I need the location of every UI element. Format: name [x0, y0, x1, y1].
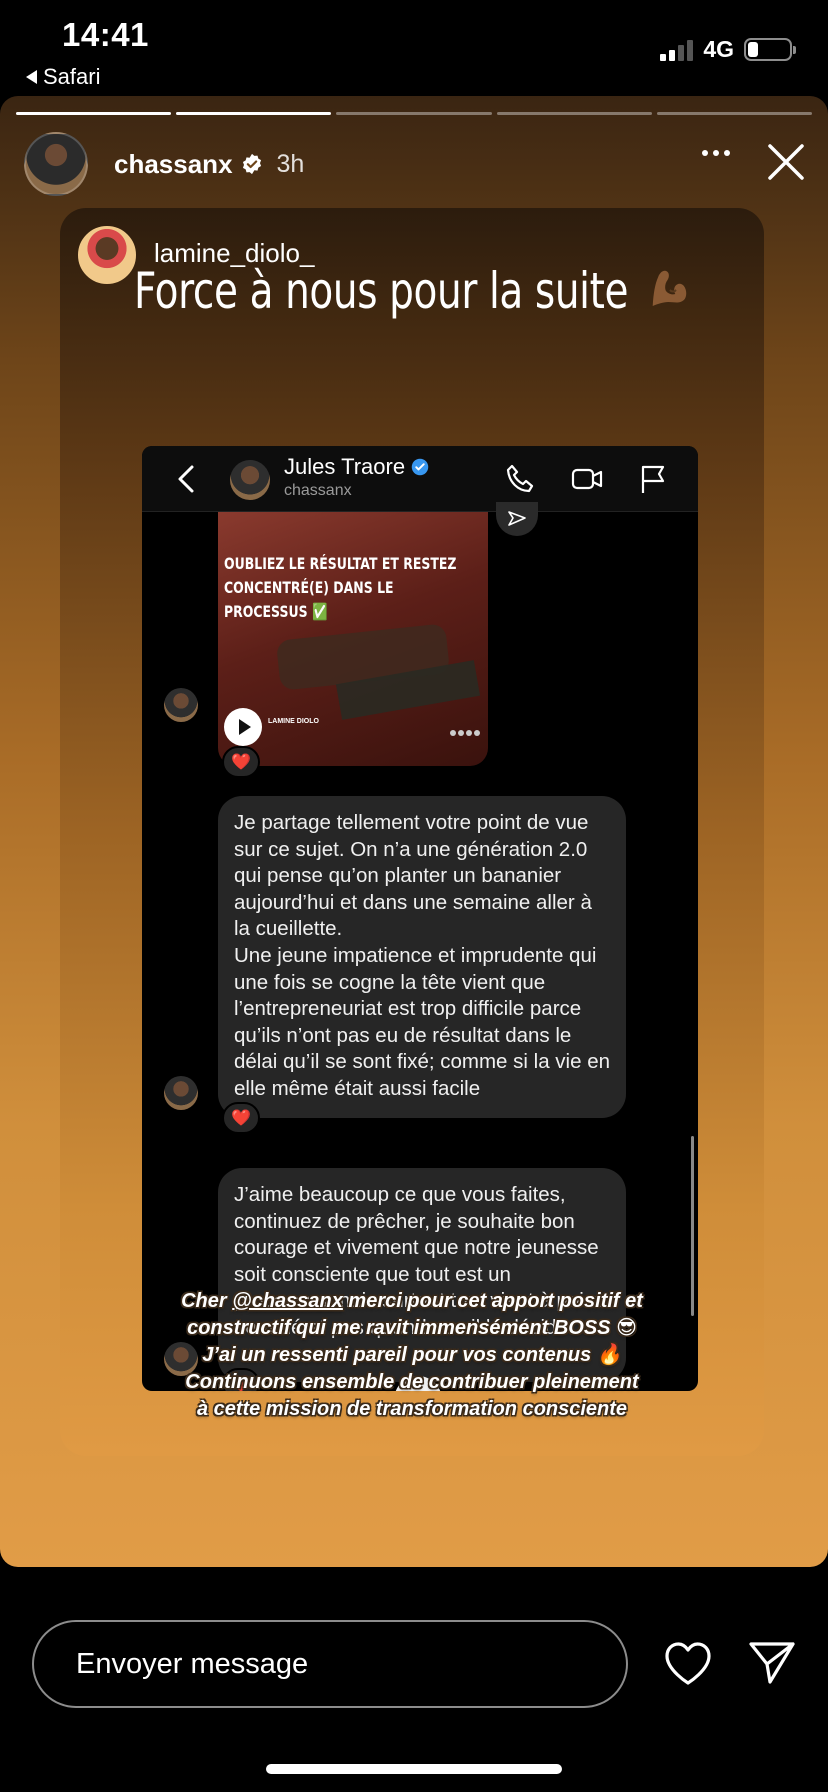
progress-segment: [16, 112, 172, 115]
thumbnail-headline-text: Oubliez le résultat et restez concentré(…: [224, 554, 457, 621]
dm-contact-name-text: Jules Traore: [284, 454, 406, 479]
status-indicators: 4G: [660, 36, 796, 63]
chevron-left-icon: [178, 465, 194, 493]
more-options-icon[interactable]: [702, 150, 730, 156]
play-icon: [224, 708, 262, 746]
status-time: 14:41: [62, 16, 149, 53]
heart-reaction-icon: ❤️: [222, 1102, 260, 1134]
caption-line-3: J’ai un ressenti pareil pour vos contenu…: [202, 1344, 622, 1366]
thumbnail-social-icons: [450, 730, 480, 736]
dm-screenshot: Jules Traore chassanx OUBLIEZ LE RÉSULTA…: [142, 446, 698, 1391]
cellular-signal-icon: [660, 39, 694, 61]
reply-message-input[interactable]: Envoyer message: [32, 1620, 628, 1708]
reshared-post[interactable]: lamine_diolo_ Force à nous pour la suite…: [60, 208, 764, 1456]
dm-contact-handle: chassanx: [284, 482, 352, 499]
repost-title-text: Force à nous pour la suite: [134, 262, 629, 320]
caption-line-5: à cette mission de transformation consci…: [196, 1398, 628, 1420]
caption-text: Cher: [181, 1290, 233, 1312]
caption-text: merci pour cet apport positif et: [342, 1290, 643, 1312]
network-type: 4G: [703, 36, 734, 62]
heart-like-icon[interactable]: [662, 1638, 714, 1690]
message-bubble: Je partage tellement votre point de vue …: [218, 796, 626, 1118]
author-username[interactable]: chassanx: [114, 149, 233, 180]
thumbnail-brand: LAMINE DIOLO: [268, 718, 319, 725]
progress-segment: [496, 112, 652, 115]
close-icon[interactable]: [764, 140, 808, 184]
repost-title: Force à nous pour la suite: [134, 262, 689, 320]
verified-badge-icon: [242, 153, 261, 175]
thumbnail-headline: Oubliez le résultat et restez concentré(…: [224, 552, 474, 624]
progress-segment: [336, 112, 492, 115]
verified-badge-icon: [411, 458, 429, 476]
story-progress-bar: [16, 112, 813, 115]
caption-line-2: constructif qui me ravit immensément BOS…: [187, 1317, 637, 1339]
back-arrow-icon: [26, 70, 37, 84]
dm-contact-name: Jules Traore: [284, 454, 429, 480]
flag-icon: [641, 465, 665, 493]
repost-caption: Cher @chassanx merci pour cet apport pos…: [100, 1288, 724, 1423]
dm-contact-avatar: [230, 460, 270, 500]
back-to-safari-link[interactable]: Safari: [26, 64, 100, 90]
video-call-icon: [571, 468, 603, 490]
dm-header: Jules Traore chassanx: [142, 446, 698, 512]
flexed-biceps-icon: [652, 270, 687, 306]
heart-reaction-icon: ❤️: [222, 746, 260, 778]
send-icon[interactable]: [746, 1636, 798, 1688]
sender-avatar: [164, 688, 198, 722]
home-indicator[interactable]: [266, 1764, 562, 1774]
caption-line-4: Continuons ensemble de contribuer pleine…: [185, 1371, 639, 1393]
share-icon: [496, 502, 538, 536]
progress-segment: [656, 112, 813, 115]
status-bar: 14:41 Safari 4G: [0, 0, 828, 96]
story-time-ago: 3h: [276, 149, 305, 178]
repost-author-avatar[interactable]: [78, 226, 136, 284]
author-avatar[interactable]: [24, 132, 88, 196]
check-mark-icon: ✅: [311, 602, 328, 621]
progress-segment: [176, 112, 332, 115]
shared-post-thumbnail: Oubliez le résultat et restez concentré(…: [218, 512, 488, 766]
phone-icon: [506, 464, 534, 493]
mention-link[interactable]: @chassanx: [232, 1290, 343, 1312]
back-app-label: Safari: [43, 64, 101, 89]
story-header: chassanx 3h: [24, 132, 828, 196]
story-card[interactable]: chassanx 3h lamine_diolo_ Force à nous p…: [0, 96, 828, 1567]
battery-icon: [744, 38, 796, 61]
caption-line-1: Cher @chassanx merci pour cet apport pos…: [100, 1288, 724, 1315]
sender-avatar: [164, 1076, 198, 1110]
